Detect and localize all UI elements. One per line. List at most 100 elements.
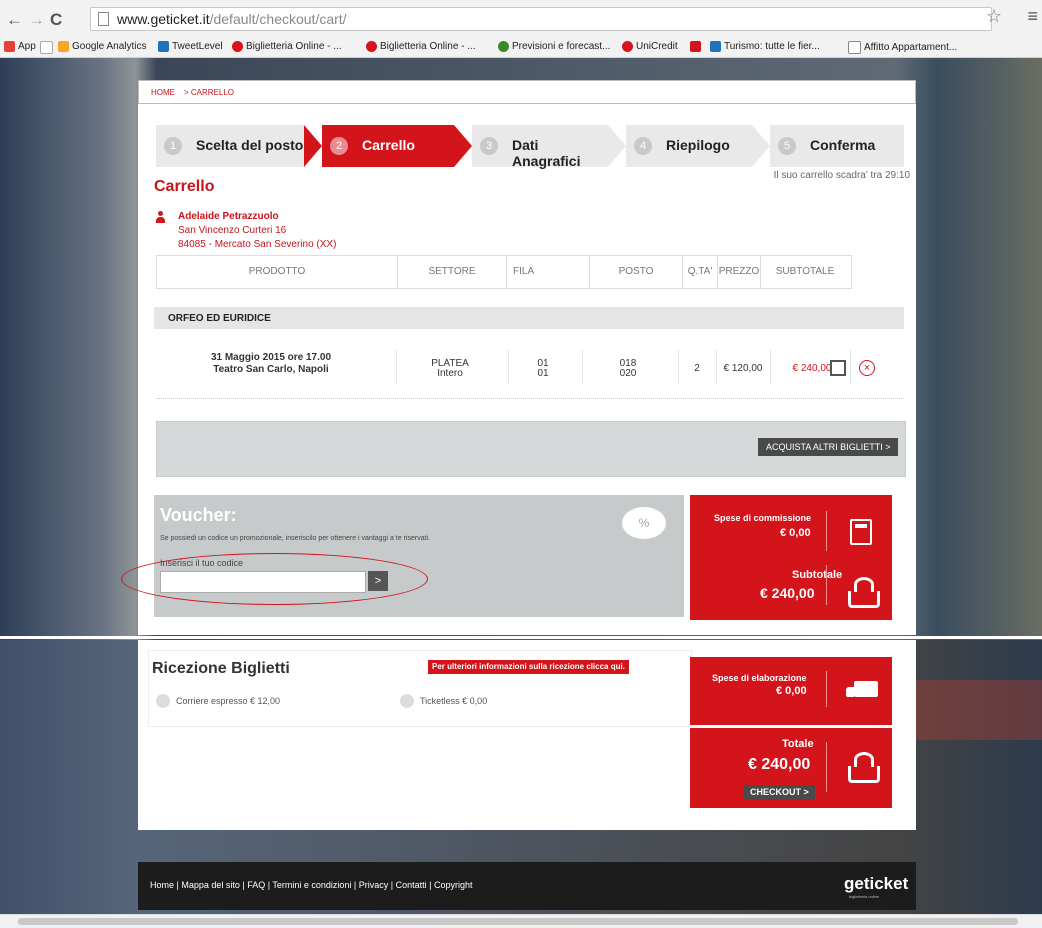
page-title: Carrello	[154, 178, 215, 195]
col-posto: POSTO	[590, 256, 683, 288]
turismo-icon	[710, 41, 721, 52]
bookmark-google-analytics[interactable]: Google Analytics	[58, 41, 147, 52]
forward-icon[interactable]: →	[28, 10, 45, 30]
buy-more-tickets-button[interactable]: ACQUISTA ALTRI BIGLIETTI >	[758, 438, 899, 456]
discount-tag-icon: %	[622, 507, 666, 539]
screenshot-seam	[0, 636, 1042, 639]
bookmark-apps[interactable]: App	[4, 41, 36, 52]
col-subtotale: SUBTOTALE	[775, 266, 835, 277]
ricezione-info-link[interactable]: Per ulteriori informazioni sulla ricezio…	[428, 660, 629, 674]
back-icon[interactable]: ←	[6, 10, 23, 30]
row-divider	[582, 350, 583, 384]
truck-icon	[846, 681, 878, 697]
reload-icon[interactable]: C	[50, 10, 62, 30]
home-icon	[848, 41, 861, 54]
cart-panel: HOME > CARRELLO 1 Scelta del posto 2 Carre…	[121, 80, 916, 635]
checkout-button[interactable]: CHECKOUT >	[744, 785, 815, 800]
option-corriere: Corriere espresso € 12,00	[176, 696, 281, 706]
radio-ticketless[interactable]	[400, 694, 414, 708]
bookmark-star-icon[interactable]: ☆	[986, 6, 1002, 27]
user-address: San Vincenzo Curteri 16	[178, 225, 287, 236]
row-divider	[678, 350, 679, 384]
bookmark-biglietteria-1[interactable]: Biglietteria Online - ...	[232, 41, 342, 52]
elaboration-value: € 0,00	[776, 685, 807, 697]
event-venue: Teatro San Carlo, Napoli	[213, 364, 329, 375]
row-qty: 2	[694, 363, 700, 374]
remove-icon[interactable]: ×	[859, 360, 875, 376]
analytics-icon	[58, 41, 69, 52]
browser-toolbar: ← → C www.geticket.it/default/checkout/c…	[0, 0, 1042, 39]
step-label: Dati Anagrafici	[512, 137, 581, 169]
option-ticketless: Ticketless € 0,00	[420, 696, 488, 706]
bookmark-unicredit[interactable]: UniCredit	[622, 41, 678, 52]
url-text: www.geticket.it/default/checkout/cart/	[117, 11, 347, 27]
step-scelta-posto[interactable]: 1 Scelta del posto	[156, 125, 304, 167]
geticket-logo[interactable]: geticket biglietteria online	[844, 874, 908, 899]
step-conferma[interactable]: 5 Conferma	[770, 125, 904, 167]
tweetlevel-icon	[158, 41, 169, 52]
step-number: 2	[330, 137, 348, 155]
bookmark-biglietteria-2[interactable]: Biglietteria Online - ...	[366, 41, 476, 52]
bookmark-tweetlevel[interactable]: TweetLevel	[158, 41, 223, 52]
apps-icon	[4, 41, 15, 52]
col-settore: SETTORE	[398, 256, 507, 288]
edit-icon[interactable]	[830, 360, 846, 376]
summary-divider	[826, 511, 827, 551]
bookmark-affitto[interactable]: Affitto Appartament...	[848, 41, 957, 54]
row-divider	[396, 350, 397, 384]
s-icon	[690, 41, 701, 52]
col-fila: FILA	[507, 256, 590, 288]
breadcrumb-current: > CARRELLO	[184, 88, 235, 97]
step-arrow	[304, 125, 322, 167]
elaboration-label: Spese di elaborazione	[712, 673, 807, 683]
scrollbar-thumb[interactable]	[18, 918, 1018, 925]
product-title-bar: ORFEO ED EURIDICE	[154, 307, 904, 329]
summary-box: Spese di commissione € 0,00 Subtotale € …	[690, 495, 892, 620]
step-carrello[interactable]: 2 Carrello	[322, 125, 454, 167]
step-label: Riepilogo	[666, 137, 730, 153]
user-icon	[156, 211, 165, 224]
commission-value: € 0,00	[780, 527, 811, 539]
step-arrow	[608, 125, 626, 167]
step-riepilogo[interactable]: 4 Riepilogo	[626, 125, 752, 167]
voucher-title: Voucher:	[160, 505, 237, 525]
menu-icon[interactable]: ≡	[1027, 6, 1038, 27]
subtotal-value: € 240,00	[760, 585, 815, 601]
bookmark-s[interactable]	[690, 41, 704, 52]
bookmark-blank[interactable]	[40, 41, 56, 54]
unicredit-icon	[622, 41, 633, 52]
step-number: 1	[164, 137, 182, 155]
radio-corriere[interactable]	[156, 694, 170, 708]
bookmarks-bar: App Google Analytics TweetLevel Bigliett…	[0, 38, 1042, 58]
basket-icon	[848, 577, 880, 608]
commission-label: Spese di commissione	[714, 513, 812, 523]
row-divider	[716, 350, 717, 384]
total-value: € 240,00	[748, 756, 811, 773]
footer-links[interactable]: Home | Mappa del sito | FAQ | Termini e …	[150, 880, 473, 890]
summary-divider	[826, 565, 827, 605]
elaboration-box: Spese di elaborazione € 0,00	[690, 657, 892, 725]
biglietteria-icon	[232, 41, 243, 52]
address-bar[interactable]: www.geticket.it/default/checkout/cart/	[90, 7, 992, 31]
user-name: Adelaide Petrazzuolo	[178, 211, 279, 222]
voucher-description: Se possiedi un codice un promozionale, i…	[160, 535, 431, 542]
subtotal-label: Subtotale	[792, 569, 843, 581]
page-icon	[40, 41, 53, 54]
summary-divider	[826, 742, 827, 792]
bookmark-previsioni[interactable]: Previsioni e forecast...	[498, 41, 610, 52]
row-fila-2: 01	[537, 368, 549, 379]
horizontal-scrollbar[interactable]	[0, 914, 1042, 928]
step-dati-anagrafici[interactable]: 3 Dati Anagrafici	[472, 125, 608, 169]
breadcrumb: HOME > CARRELLO	[138, 80, 916, 104]
step-label: Scelta del posto	[196, 137, 304, 153]
highlight-ellipse	[121, 553, 428, 605]
row-price: € 120,00	[723, 363, 763, 374]
cart-expire-text: Il suo carrello scadra' tra 29:10	[773, 170, 910, 181]
bookmark-turismo[interactable]: Turismo: tutte le fier...	[710, 41, 820, 52]
summary-divider	[826, 671, 827, 707]
row-divider	[770, 350, 771, 384]
row-sector-type: Intero	[437, 368, 463, 379]
breadcrumb-home[interactable]: HOME	[151, 88, 175, 97]
biglietteria-icon	[366, 41, 377, 52]
step-number: 3	[480, 137, 498, 155]
